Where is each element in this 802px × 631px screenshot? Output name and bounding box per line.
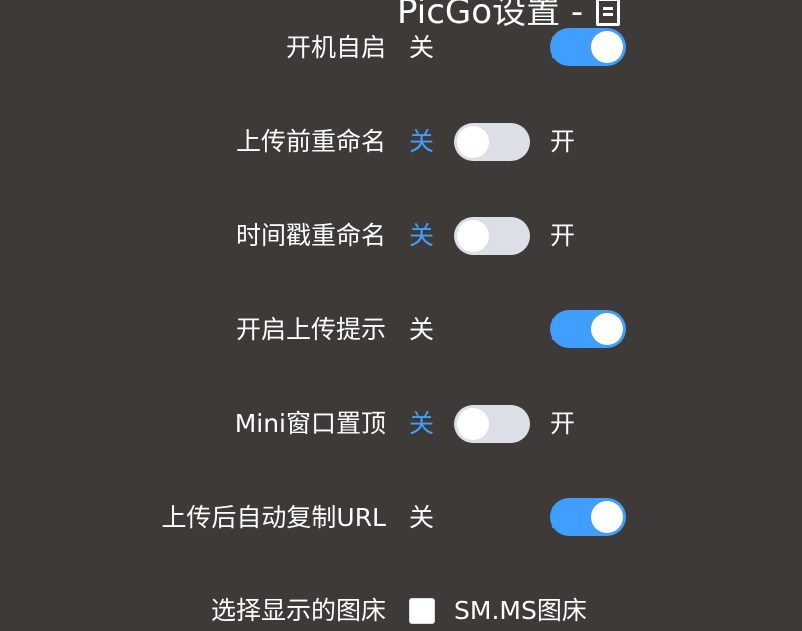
setting-label: 上传后自动复制URL [161,503,386,532]
switch-off-text: 关 [409,503,435,532]
switch-off-text: 关 [409,409,435,438]
mini-window-on-top-switch[interactable] [454,405,530,443]
switch-on-text: 开 [550,33,576,62]
setting-label: 选择显示的图床 [210,596,386,625]
settings-page: PicGo设置 - 开机自启 关 开 上传前重命名 关 开 时间戳重命名 关 开… [0,0,802,631]
switch-off-text: 关 [409,127,435,156]
document-icon[interactable] [595,0,620,26]
timestamp-rename-switch[interactable] [454,217,530,255]
setting-label: 上传前重命名 [235,127,386,156]
setting-row-picbed-select: 选择显示的图床 SM.MS图床 [0,591,802,631]
switch-knob [457,408,489,440]
switch-off-text: 关 [409,33,435,62]
setting-row-auto-start: 开机自启 关 开 [0,28,802,68]
setting-row-rename-before-upload: 上传前重命名 关 开 [0,122,802,162]
switch-knob [457,126,489,158]
switch-knob [591,31,623,63]
switch-on-text: 开 [550,127,576,156]
setting-row-timestamp-rename: 时间戳重命名 关 开 [0,216,802,256]
setting-row-upload-notification: 开启上传提示 关 开 [0,310,802,350]
switch-knob [457,220,489,252]
setting-row-mini-window-on-top: Mini窗口置顶 关 开 [0,404,802,444]
setting-label: 开启上传提示 [235,315,386,344]
smms-checkbox[interactable] [409,598,435,624]
switch-knob [591,313,623,345]
switch-off-text: 关 [409,221,435,250]
switch-on-text: 开 [550,221,576,250]
rename-before-upload-switch[interactable] [454,123,530,161]
switch-on-text: 开 [550,503,576,532]
setting-label: 时间戳重命名 [235,221,386,250]
setting-row-auto-copy-url: 上传后自动复制URL 关 开 [0,498,802,538]
switch-knob [591,501,623,533]
switch-off-text: 关 [409,315,435,344]
switch-on-text: 开 [550,409,576,438]
smms-checkbox-label[interactable]: SM.MS图床 [454,591,587,631]
setting-label: 开机自启 [285,33,386,62]
switch-on-text: 开 [550,315,576,344]
setting-label: Mini窗口置顶 [234,409,386,438]
